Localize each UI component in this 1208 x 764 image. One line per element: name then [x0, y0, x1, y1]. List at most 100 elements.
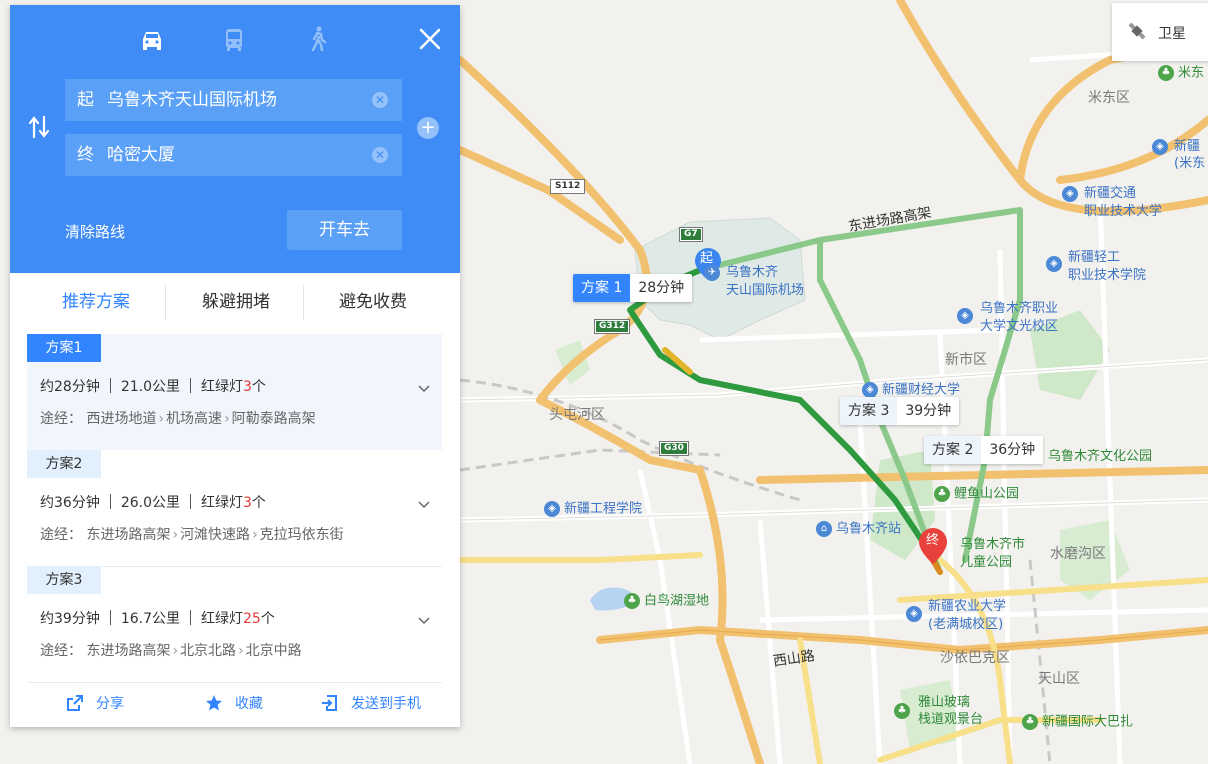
route-tag-time: 28分钟 — [630, 274, 693, 302]
favorite-button[interactable]: 收藏 — [205, 693, 263, 713]
plan-lights-count: 3 — [243, 379, 252, 395]
poi-xinjiang-school[interactable]: ◈ — [1152, 139, 1172, 155]
poi-wenhua[interactable]: 乌鲁木齐文化公园 — [1048, 449, 1152, 464]
car-mode-icon[interactable] — [138, 25, 166, 53]
plan-time: 约36分钟 — [40, 495, 100, 511]
route-plan-3[interactable]: 方案3 约39分钟 16.7公里 红绿灯25个 途经： 东进场路高架 › 北京北路 › 北京… — [27, 566, 442, 682]
plan-divider — [27, 682, 442, 683]
start-point-key: 起 — [77, 90, 94, 110]
tab-avoid-tolls[interactable]: 避免收费 — [308, 273, 438, 331]
route-tag-time: 39分钟 — [897, 397, 960, 425]
tab-avoid-congestion[interactable]: 躲避拥堵 — [170, 273, 302, 331]
poi-yashan-label2: 栈道观景台 — [918, 712, 984, 727]
route-tag-1[interactable]: 方案 1 28分钟 — [573, 274, 693, 302]
school-icon: ◈ — [1046, 256, 1062, 272]
walk-mode-icon[interactable] — [304, 25, 332, 53]
poi-dabazha[interactable]: ♣ 新疆国际大巴扎 — [1022, 714, 1133, 730]
end-point-field[interactable]: 终 哈密大厦 ✕ — [65, 134, 402, 176]
poi-ertong-label1: 乌鲁木齐市 — [960, 537, 1026, 552]
send-to-phone-button[interactable]: 发送到手机 — [321, 693, 421, 713]
highway-shield-s112: S112 — [549, 179, 586, 194]
poi-station[interactable]: ⌂ 乌鲁木齐站 — [816, 521, 901, 537]
plan-badge: 方案2 — [27, 450, 101, 478]
bus-mode-icon[interactable] — [220, 25, 248, 53]
plan-stats: 约36分钟 26.0公里 红绿灯3个 — [40, 492, 266, 512]
poi-yashan[interactable]: ♣ — [894, 703, 914, 719]
plan-time: 约28分钟 — [40, 379, 100, 395]
chevron-down-icon[interactable] — [417, 498, 431, 512]
poi-gongcheng[interactable]: ◈ 新疆工程学院 — [544, 501, 642, 517]
school-icon: ◈ — [544, 501, 560, 517]
poi-nongye[interactable]: ◈ — [906, 606, 926, 622]
end-point-key: 终 — [77, 145, 94, 165]
plan-lights-suffix: 个 — [251, 495, 266, 511]
airplane-icon: ✈ — [704, 265, 720, 281]
poi-xinjiang-label1: 新疆 — [1174, 139, 1201, 154]
plan-lights-prefix: 红绿灯 — [201, 611, 243, 627]
start-point-value: 乌鲁木齐天山国际机场 — [107, 90, 277, 110]
park-icon: ♣ — [1022, 714, 1038, 730]
poi-xinjiang-label2: (米东 — [1174, 156, 1206, 171]
via-road: 东进场路高架 — [86, 527, 171, 543]
add-waypoint-icon[interactable]: + — [417, 117, 439, 139]
poi-caijing[interactable]: ◈ 新疆财经大学 — [862, 382, 960, 398]
poi-midong[interactable]: ♣ 米东 — [1158, 65, 1204, 81]
chevron-down-icon[interactable] — [417, 382, 431, 396]
satellite-icon — [1128, 22, 1146, 40]
district-xinshi: 新市区 — [945, 352, 987, 368]
highway-shield-g30: G30 — [659, 441, 689, 456]
park-icon: ♣ — [624, 593, 640, 609]
plan-distance: 26.0公里 — [120, 495, 180, 511]
via-road: 阿勒泰路高架 — [231, 411, 316, 427]
send-to-phone-icon — [322, 695, 337, 711]
clear-route-button[interactable]: 清除路线 — [65, 221, 125, 242]
route-tag-name: 方案 2 — [924, 436, 982, 464]
route-input-header: 起 乌鲁木齐天山国际机场 ✕ 终 哈密大厦 ✕ + 清除路线 开车去 — [10, 5, 460, 273]
district-shuimogou: 水磨沟区 — [1050, 546, 1106, 562]
poi-zhiye[interactable]: ◈ — [957, 308, 977, 324]
route-tag-2[interactable]: 方案 2 36分钟 — [924, 436, 1044, 464]
train-station-icon: ⌂ — [816, 521, 832, 537]
via-road: 东进场路高架 — [86, 643, 171, 659]
close-icon[interactable] — [416, 25, 444, 53]
clear-start-icon[interactable]: ✕ — [372, 92, 388, 108]
clear-end-icon[interactable]: ✕ — [372, 147, 388, 163]
park-icon: ♣ — [894, 703, 910, 719]
plan-badge: 方案1 — [27, 334, 101, 362]
plan-stats: 约28分钟 21.0公里 红绿灯3个 — [40, 376, 266, 396]
school-icon: ◈ — [1062, 186, 1078, 202]
poi-jiaotong-label1: 新疆交通 — [1084, 186, 1137, 201]
plan-via: 途经： 东进场路高架 › 河滩快速路 › 克拉玛依东街 — [40, 527, 344, 543]
end-point-value: 哈密大厦 — [107, 145, 175, 165]
start-marker-label: 起 — [700, 251, 714, 266]
route-tag-3[interactable]: 方案 3 39分钟 — [840, 397, 960, 425]
share-icon — [67, 695, 83, 711]
tab-recommended[interactable]: 推荐方案 — [30, 273, 162, 331]
start-driving-button[interactable]: 开车去 — [287, 210, 402, 250]
start-point-field[interactable]: 起 乌鲁木齐天山国际机场 ✕ — [65, 79, 402, 121]
satellite-toggle[interactable]: 卫星 — [1112, 3, 1208, 61]
poi-qinggong[interactable]: ◈ — [1046, 256, 1066, 272]
poi-liyushan[interactable]: ♣ 鲤鱼山公园 — [934, 486, 1019, 502]
poi-zhiye-label2: 大学文光校区 — [980, 319, 1059, 334]
share-button[interactable]: 分享 — [66, 693, 124, 713]
via-road: 西进场地道 — [86, 411, 157, 427]
end-marker-label: 终 — [926, 533, 940, 548]
route-plan-1[interactable]: 方案1 约28分钟 21.0公里 红绿灯3个 途经： 西进场地道 › 机场高速 › 阿勒泰路… — [27, 334, 442, 450]
district-toutunhe: 头屯河区 — [549, 407, 605, 423]
route-tag-name: 方案 1 — [573, 274, 631, 302]
route-plan-2[interactable]: 方案2 约36分钟 26.0公里 红绿灯3个 途经： 东进场路高架 › 河滩快速路 › 克拉… — [27, 450, 442, 566]
via-road: 北京中路 — [245, 643, 302, 659]
poi-jiaotong[interactable]: ◈ — [1062, 186, 1082, 202]
chevron-down-icon[interactable] — [417, 614, 431, 628]
park-icon: ♣ — [934, 486, 950, 502]
tab-divider — [303, 285, 304, 320]
share-label: 分享 — [96, 696, 124, 712]
poi-airport: ✈ — [704, 265, 724, 281]
route-tag-time: 36分钟 — [981, 436, 1044, 464]
plan-via: 途经： 东进场路高架 › 北京北路 › 北京中路 — [40, 643, 302, 659]
swap-direction-icon[interactable] — [28, 115, 50, 139]
poi-bainiao[interactable]: ♣ 白鸟湖湿地 — [624, 593, 709, 609]
plan-lights-prefix: 红绿灯 — [201, 495, 243, 511]
poi-yashan-label1: 雅山玻璃 — [918, 695, 971, 710]
